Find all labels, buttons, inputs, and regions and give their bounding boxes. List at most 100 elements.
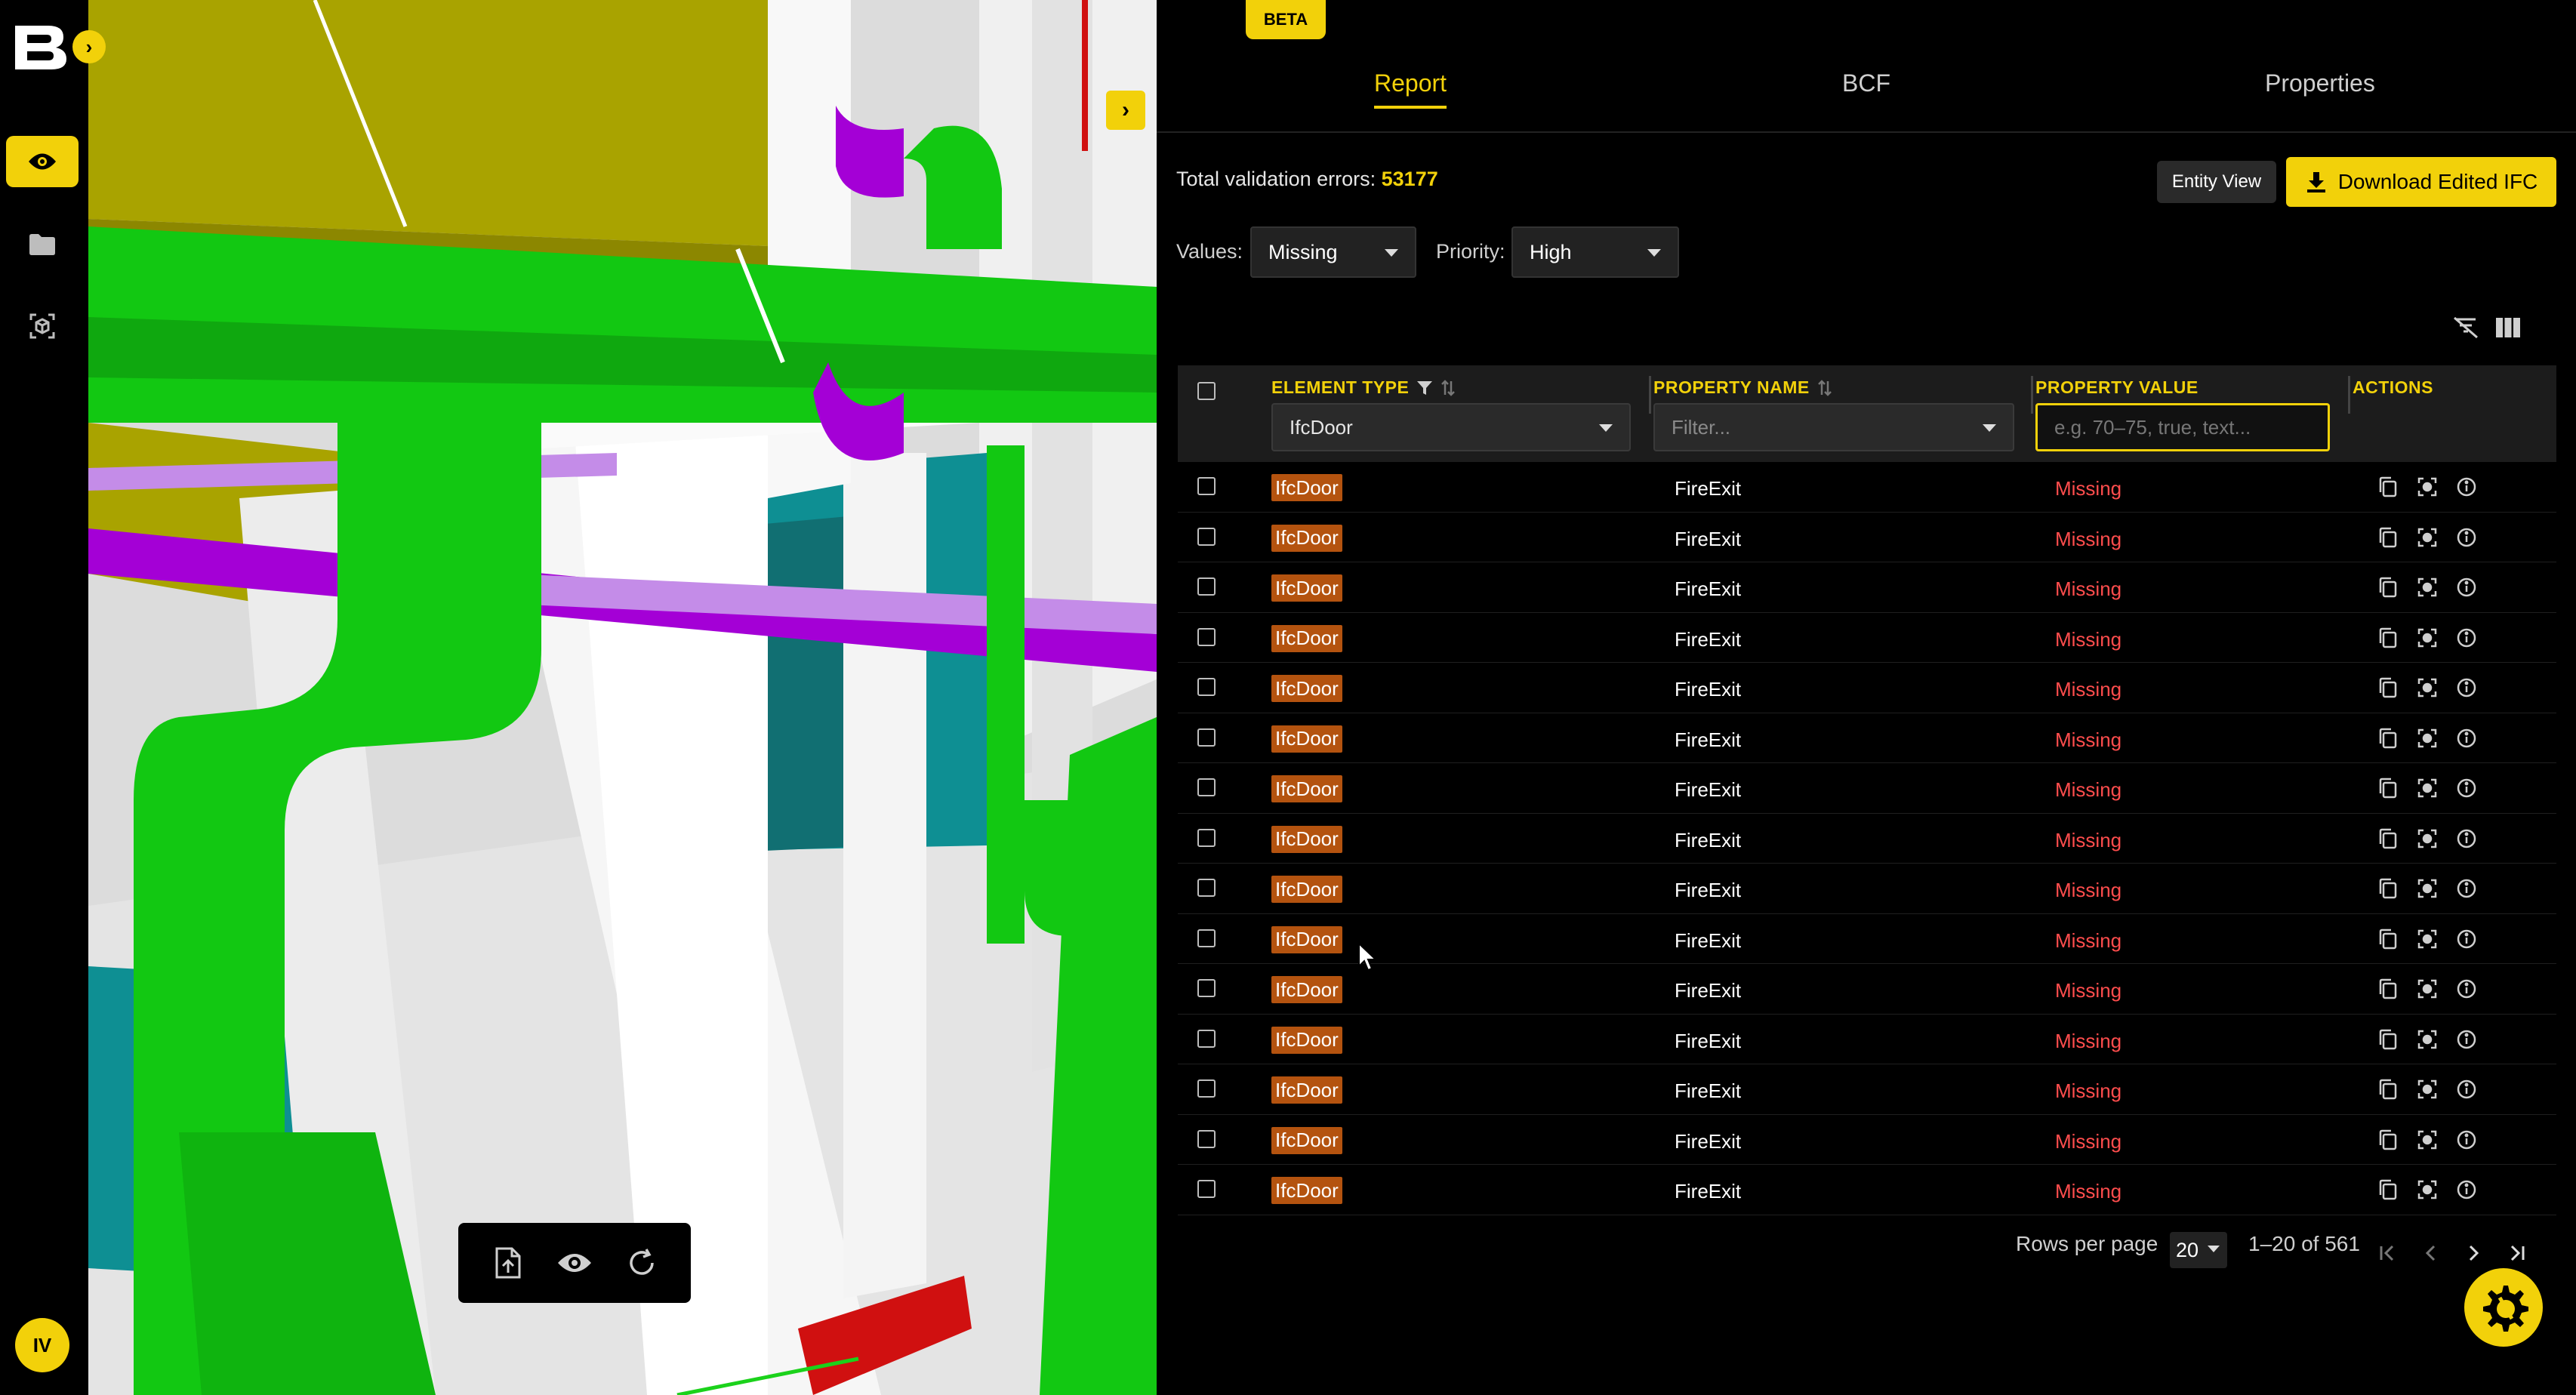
focus-element-button[interactable] <box>2416 827 2439 850</box>
copy-button[interactable] <box>2377 727 2399 750</box>
3d-viewport[interactable]: › <box>88 0 1157 1395</box>
copy-button[interactable] <box>2377 827 2399 850</box>
tab-bcf[interactable]: BCF <box>1842 53 1890 113</box>
column-separator[interactable] <box>2348 376 2350 414</box>
copy-button[interactable] <box>2377 777 2399 799</box>
reset-view-button[interactable] <box>619 1240 664 1286</box>
table-row[interactable]: IfcDoor FireExit Missing <box>1178 1115 2556 1165</box>
column-separator[interactable] <box>2031 376 2033 414</box>
info-button[interactable] <box>2455 928 2478 950</box>
focus-element-button[interactable] <box>2416 1129 2439 1151</box>
copy-button[interactable] <box>2377 1178 2399 1201</box>
row-checkbox[interactable] <box>1197 577 1216 596</box>
copy-button[interactable] <box>2377 978 2399 1000</box>
info-button[interactable] <box>2455 978 2478 1000</box>
user-avatar[interactable]: IV <box>15 1318 69 1372</box>
table-row[interactable]: IfcDoor FireExit Missing <box>1178 763 2556 814</box>
table-row[interactable]: IfcDoor FireExit Missing <box>1178 663 2556 713</box>
row-checkbox[interactable] <box>1197 1029 1216 1048</box>
focus-element-button[interactable] <box>2416 978 2439 1000</box>
table-row[interactable]: IfcDoor FireExit Missing <box>1178 964 2556 1015</box>
row-checkbox[interactable] <box>1197 728 1216 747</box>
tab-properties[interactable]: Properties <box>2265 53 2375 113</box>
column-property-name[interactable]: PROPERTY NAME <box>1653 377 1832 398</box>
info-button[interactable] <box>2455 827 2478 850</box>
copy-button[interactable] <box>2377 1078 2399 1101</box>
ifc-model-render[interactable] <box>88 0 1157 1395</box>
info-button[interactable] <box>2455 1129 2478 1151</box>
info-button[interactable] <box>2455 526 2478 549</box>
info-button[interactable] <box>2455 676 2478 699</box>
clear-filters-button[interactable] <box>2449 311 2482 344</box>
expand-nav-button[interactable]: › <box>72 30 106 63</box>
focus-element-button[interactable] <box>2416 476 2439 498</box>
last-page-button[interactable] <box>2504 1239 2531 1267</box>
table-row[interactable]: IfcDoor FireExit Missing <box>1178 814 2556 864</box>
table-row[interactable]: IfcDoor FireExit Missing <box>1178 462 2556 513</box>
table-row[interactable]: IfcDoor FireExit Missing <box>1178 1064 2556 1115</box>
focus-element-button[interactable] <box>2416 777 2439 799</box>
row-checkbox[interactable] <box>1197 477 1216 495</box>
table-row[interactable]: IfcDoor FireExit Missing <box>1178 562 2556 613</box>
copy-button[interactable] <box>2377 1028 2399 1051</box>
row-checkbox[interactable] <box>1197 928 1216 947</box>
focus-element-button[interactable] <box>2416 576 2439 599</box>
rail-item-files[interactable] <box>6 219 79 270</box>
info-button[interactable] <box>2455 576 2478 599</box>
upload-button[interactable] <box>485 1240 530 1286</box>
info-button[interactable] <box>2455 1178 2478 1201</box>
row-checkbox[interactable] <box>1197 979 1216 997</box>
settings-fab-button[interactable] <box>2464 1268 2543 1347</box>
select-all-checkbox[interactable] <box>1197 382 1216 400</box>
rail-item-viewer[interactable] <box>6 136 79 187</box>
first-page-button[interactable] <box>2374 1239 2401 1267</box>
focus-element-button[interactable] <box>2416 928 2439 950</box>
row-checkbox[interactable] <box>1197 778 1216 796</box>
collapse-panel-button[interactable]: › <box>1106 91 1145 130</box>
columns-button[interactable] <box>2491 311 2525 344</box>
row-checkbox[interactable] <box>1197 678 1216 696</box>
focus-element-button[interactable] <box>2416 676 2439 699</box>
table-row[interactable]: IfcDoor FireExit Missing <box>1178 513 2556 562</box>
focus-element-button[interactable] <box>2416 627 2439 649</box>
next-page-button[interactable] <box>2460 1239 2487 1267</box>
focus-element-button[interactable] <box>2416 1078 2439 1101</box>
table-row[interactable]: IfcDoor FireExit Missing <box>1178 1015 2556 1064</box>
table-row[interactable]: IfcDoor FireExit Missing <box>1178 613 2556 663</box>
focus-element-button[interactable] <box>2416 727 2439 750</box>
table-row[interactable]: IfcDoor FireExit Missing <box>1178 864 2556 914</box>
row-checkbox[interactable] <box>1197 627 1216 646</box>
copy-button[interactable] <box>2377 627 2399 649</box>
entity-view-button[interactable]: Entity View <box>2157 161 2276 203</box>
focus-element-button[interactable] <box>2416 1028 2439 1051</box>
row-checkbox[interactable] <box>1197 1079 1216 1098</box>
property-name-filter[interactable]: Filter... <box>1653 403 2014 451</box>
tab-report[interactable]: Report <box>1374 53 1447 113</box>
copy-button[interactable] <box>2377 877 2399 900</box>
row-checkbox[interactable] <box>1197 1180 1216 1198</box>
info-button[interactable] <box>2455 627 2478 649</box>
column-element-type[interactable]: ELEMENT TYPE <box>1271 377 1456 398</box>
column-separator[interactable] <box>1649 376 1651 414</box>
info-button[interactable] <box>2455 1078 2478 1101</box>
values-select[interactable]: Missing <box>1250 226 1416 278</box>
visibility-button[interactable] <box>552 1240 597 1286</box>
property-value-filter[interactable]: e.g. 70–75, true, text... <box>2035 403 2330 451</box>
previous-page-button[interactable] <box>2417 1239 2445 1267</box>
row-checkbox[interactable] <box>1197 1129 1216 1148</box>
copy-button[interactable] <box>2377 576 2399 599</box>
priority-select[interactable]: High <box>1511 226 1679 278</box>
table-row[interactable]: IfcDoor FireExit Missing <box>1178 713 2556 763</box>
info-button[interactable] <box>2455 1028 2478 1051</box>
copy-button[interactable] <box>2377 1129 2399 1151</box>
download-edited-ifc-button[interactable]: Download Edited IFC <box>2286 157 2556 207</box>
rail-item-scan[interactable] <box>6 300 79 352</box>
copy-button[interactable] <box>2377 476 2399 498</box>
rows-per-page-select[interactable]: 20 <box>2170 1232 2227 1268</box>
copy-button[interactable] <box>2377 526 2399 549</box>
info-button[interactable] <box>2455 777 2478 799</box>
focus-element-button[interactable] <box>2416 877 2439 900</box>
row-checkbox[interactable] <box>1197 527 1216 546</box>
info-button[interactable] <box>2455 476 2478 498</box>
copy-button[interactable] <box>2377 676 2399 699</box>
